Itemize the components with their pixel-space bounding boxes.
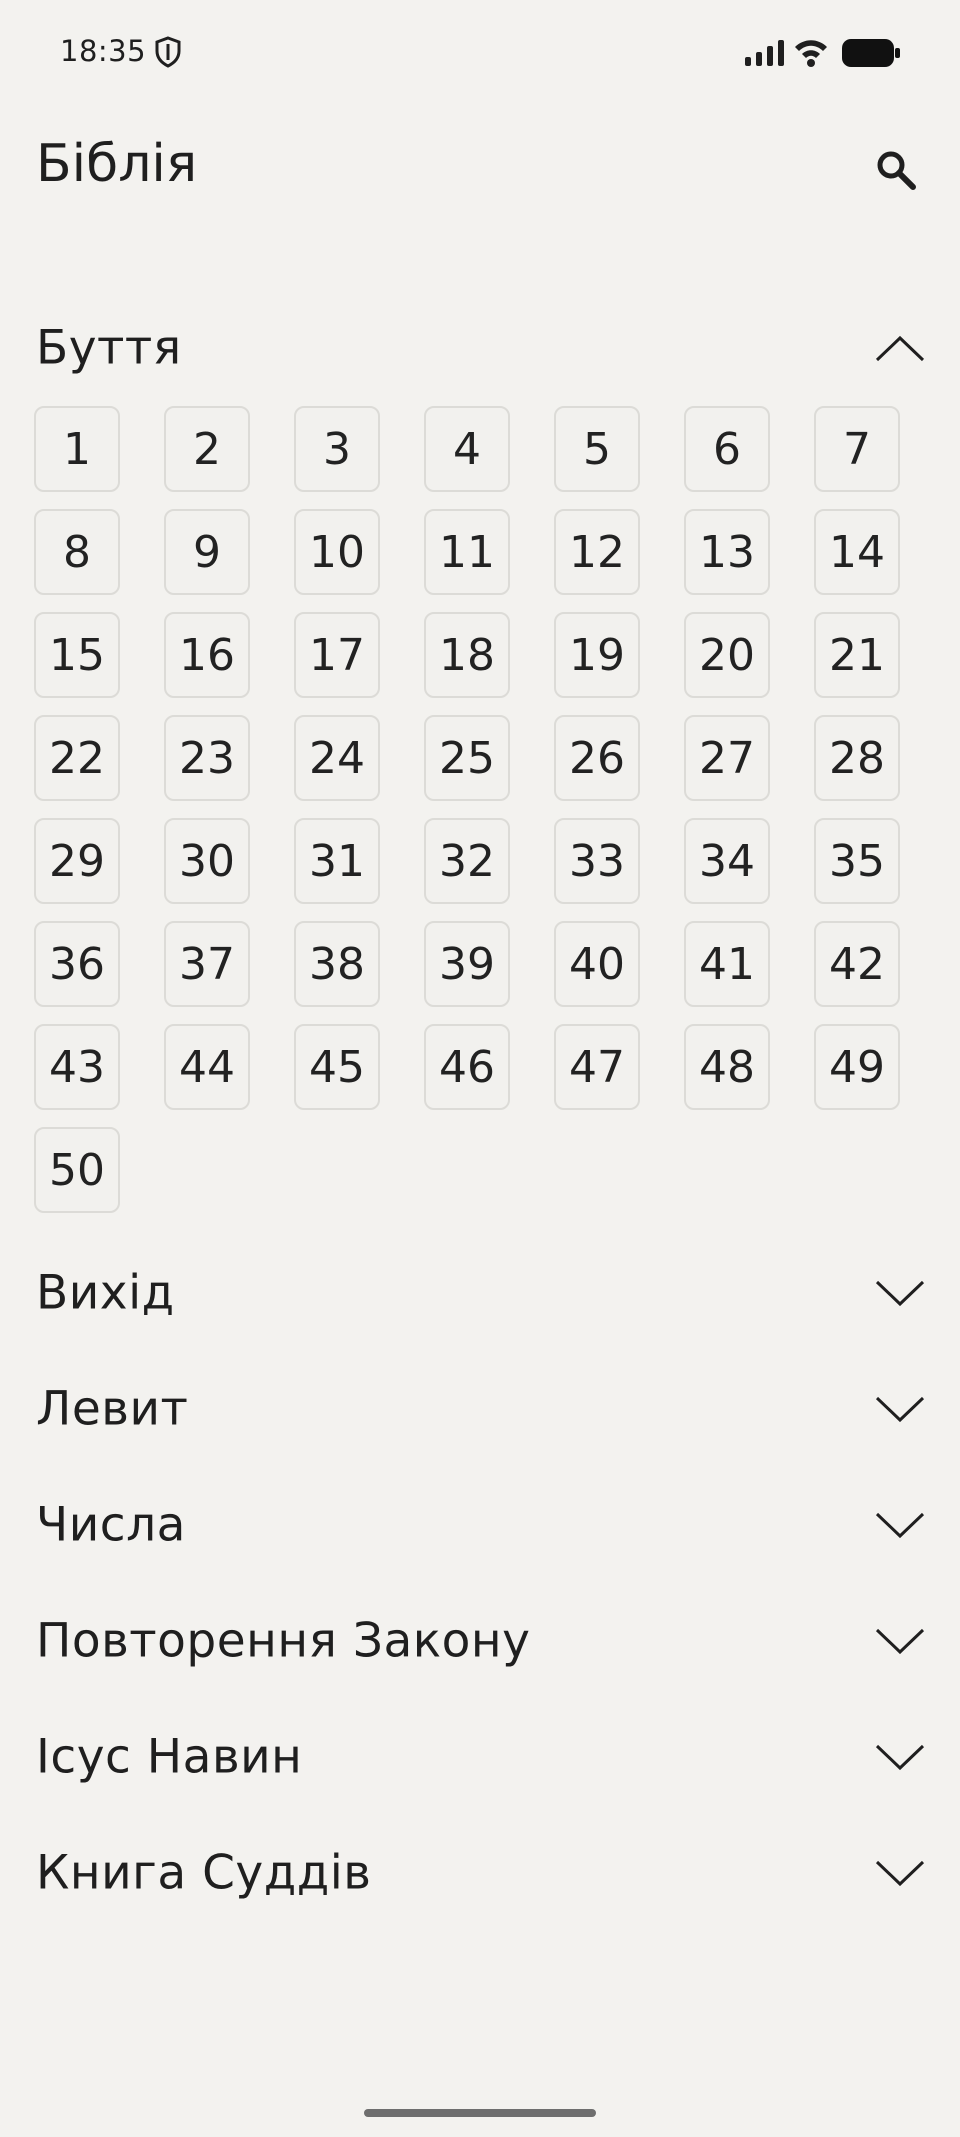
chapter-button[interactable]: 4 — [424, 406, 510, 492]
chapter-button[interactable]: 6 — [684, 406, 770, 492]
chevron-down-icon — [875, 1280, 925, 1307]
chapter-button[interactable]: 30 — [164, 818, 250, 904]
chapter-button[interactable]: 11 — [424, 509, 510, 595]
chapter-button[interactable]: 8 — [34, 509, 120, 595]
status-bar: 18:35 — [0, 0, 960, 104]
book-header-judges[interactable]: Книга Суддів — [0, 1815, 960, 1931]
shield-icon — [154, 36, 182, 68]
chevron-down-icon — [875, 1628, 925, 1655]
chapter-button[interactable]: 26 — [554, 715, 640, 801]
chapter-button[interactable]: 5 — [554, 406, 640, 492]
chapter-button[interactable]: 32 — [424, 818, 510, 904]
chapter-button[interactable]: 19 — [554, 612, 640, 698]
chapter-button[interactable]: 34 — [684, 818, 770, 904]
chapter-button[interactable]: 9 — [164, 509, 250, 595]
book-title: Книга Суддів — [36, 1845, 372, 1901]
chapter-button[interactable]: 24 — [294, 715, 380, 801]
book-title: Числа — [36, 1497, 186, 1553]
chevron-down-icon — [875, 1744, 925, 1771]
book-header-genesis[interactable]: Буття — [0, 290, 960, 406]
chapter-button[interactable]: 29 — [34, 818, 120, 904]
chevron-up-icon — [875, 335, 925, 362]
search-icon — [877, 151, 916, 190]
book-header-numbers[interactable]: Числа — [0, 1467, 960, 1583]
chapter-button[interactable]: 46 — [424, 1024, 510, 1110]
book-section: Повторення Закону — [0, 1583, 960, 1699]
chapter-button[interactable]: 44 — [164, 1024, 250, 1110]
book-header-exodus[interactable]: Вихід — [0, 1235, 960, 1351]
chapter-button[interactable]: 23 — [164, 715, 250, 801]
chapter-button[interactable]: 45 — [294, 1024, 380, 1110]
chapter-button[interactable]: 1 — [34, 406, 120, 492]
book-title: Ісус Навин — [36, 1729, 303, 1785]
chapter-button[interactable]: 40 — [554, 921, 640, 1007]
chapter-button[interactable]: 41 — [684, 921, 770, 1007]
chapter-button[interactable]: 2 — [164, 406, 250, 492]
chapter-button[interactable]: 14 — [814, 509, 900, 595]
chapter-button[interactable]: 49 — [814, 1024, 900, 1110]
chapter-button[interactable]: 16 — [164, 612, 250, 698]
chapter-button[interactable]: 42 — [814, 921, 900, 1007]
chapter-button[interactable]: 25 — [424, 715, 510, 801]
signal-icon — [745, 40, 785, 70]
book-section: Буття 1 2 3 4 5 6 7 8 9 10 11 12 13 14 15 16 17 18 19 20 21 2… — [0, 290, 960, 1235]
chevron-down-icon — [875, 1860, 925, 1887]
page-title: Біблія — [36, 134, 198, 194]
book-header-joshua[interactable]: Ісус Навин — [0, 1699, 960, 1815]
chapter-button[interactable]: 10 — [294, 509, 380, 595]
book-list: Буття 1 2 3 4 5 6 7 8 9 10 11 12 13 14 15 16 17 18 19 20 21 2… — [0, 290, 960, 1931]
chapter-button[interactable]: 3 — [294, 406, 380, 492]
book-header-deuteronomy[interactable]: Повторення Закону — [0, 1583, 960, 1699]
chapter-grid: 1 2 3 4 5 6 7 8 9 10 11 12 13 14 15 16 17 18 19 20 21 22 23 24 2… — [0, 406, 960, 1235]
chapter-button[interactable]: 38 — [294, 921, 380, 1007]
chapter-button[interactable]: 12 — [554, 509, 640, 595]
chapter-button[interactable]: 37 — [164, 921, 250, 1007]
chapter-button[interactable]: 7 — [814, 406, 900, 492]
wifi-icon — [793, 36, 829, 72]
search-button[interactable] — [866, 140, 926, 200]
chapter-button[interactable]: 17 — [294, 612, 380, 698]
chapter-button[interactable]: 50 — [34, 1127, 120, 1213]
chapter-button[interactable]: 18 — [424, 612, 510, 698]
status-time: 18:35 — [60, 34, 147, 68]
book-title: Вихід — [36, 1265, 175, 1321]
chapter-button[interactable]: 22 — [34, 715, 120, 801]
chapter-button[interactable]: 31 — [294, 818, 380, 904]
home-indicator[interactable] — [364, 2109, 596, 2117]
chapter-button[interactable]: 15 — [34, 612, 120, 698]
chapter-button[interactable]: 28 — [814, 715, 900, 801]
battery-icon — [842, 39, 900, 71]
chapter-button[interactable]: 20 — [684, 612, 770, 698]
book-section: Числа — [0, 1467, 960, 1583]
chapter-button[interactable]: 47 — [554, 1024, 640, 1110]
chevron-down-icon — [875, 1512, 925, 1539]
book-header-leviticus[interactable]: Левит — [0, 1351, 960, 1467]
book-section: Книга Суддів — [0, 1815, 960, 1931]
chapter-button[interactable]: 39 — [424, 921, 510, 1007]
book-section: Левит — [0, 1351, 960, 1467]
chapter-button[interactable]: 43 — [34, 1024, 120, 1110]
chapter-button[interactable]: 27 — [684, 715, 770, 801]
chapter-button[interactable]: 13 — [684, 509, 770, 595]
book-title: Повторення Закону — [36, 1613, 531, 1669]
book-section: Вихід — [0, 1235, 960, 1351]
chapter-button[interactable]: 48 — [684, 1024, 770, 1110]
chevron-down-icon — [875, 1396, 925, 1423]
chapter-button[interactable]: 35 — [814, 818, 900, 904]
chapter-button[interactable]: 21 — [814, 612, 900, 698]
chapter-button[interactable]: 36 — [34, 921, 120, 1007]
book-title: Левит — [36, 1381, 189, 1437]
book-title: Буття — [36, 320, 182, 376]
book-section: Ісус Навин — [0, 1699, 960, 1815]
chapter-button[interactable]: 33 — [554, 818, 640, 904]
